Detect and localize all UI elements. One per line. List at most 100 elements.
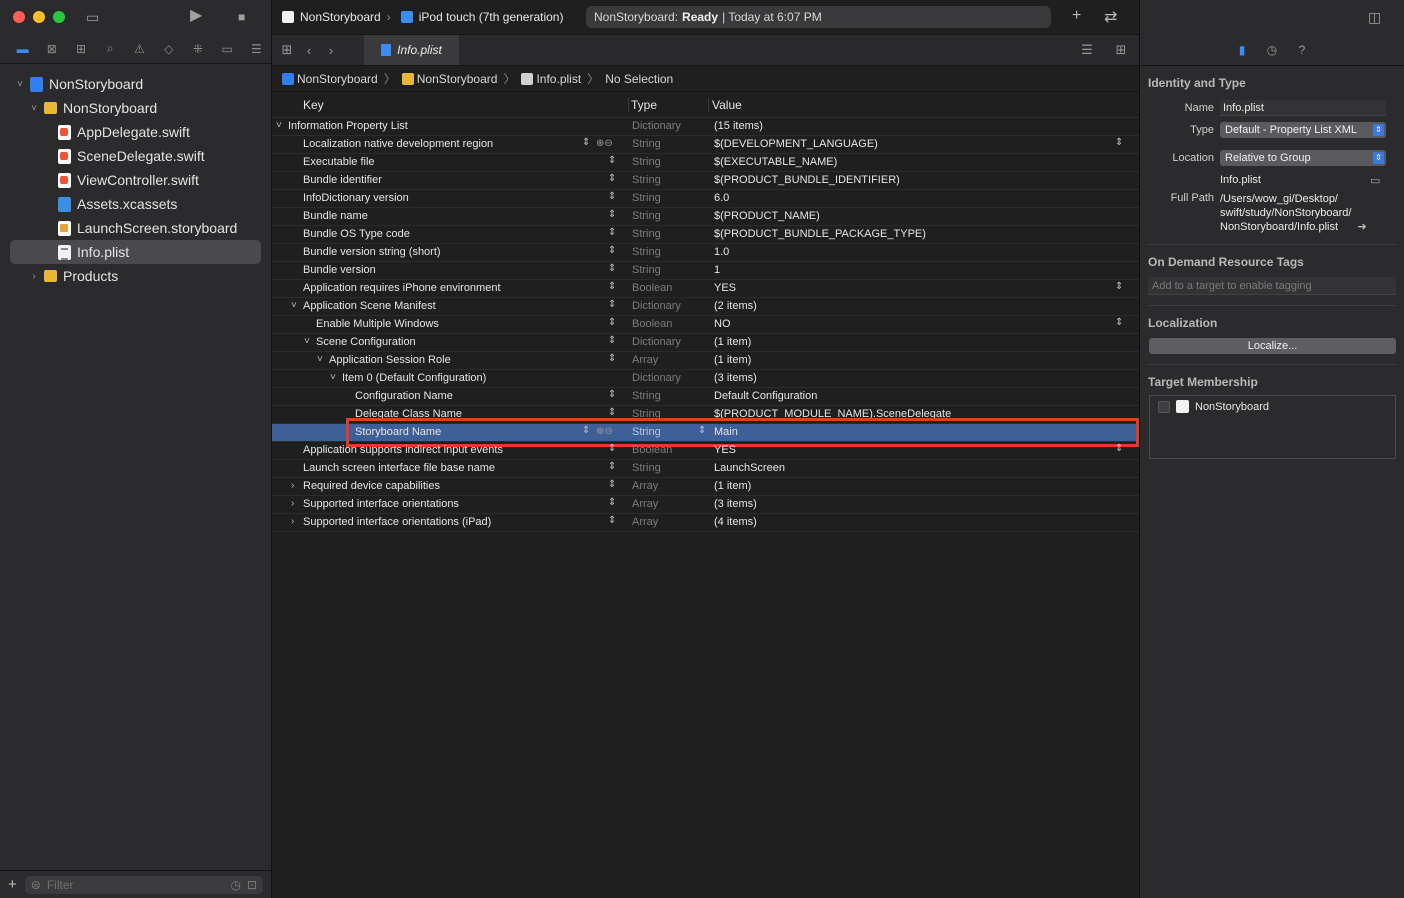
row-expanded-chevron-icon[interactable]: ˅ <box>304 336 310 347</box>
plist-value[interactable]: 1 <box>714 264 720 276</box>
issue-navigator-warning-icon[interactable]: ⚠ <box>125 38 154 60</box>
value-popup-chevron-icon[interactable]: ⇕ <box>1115 443 1123 454</box>
plist-type[interactable]: String <box>632 174 661 186</box>
disclosure-expanded-icon[interactable]: ˅ <box>14 79 26 90</box>
key-stepper-icon[interactable]: ⇕ <box>608 461 616 472</box>
plist-value[interactable]: LaunchScreen <box>714 462 785 474</box>
plist-value[interactable]: $(DEVELOPMENT_LANGUAGE) <box>714 138 878 150</box>
plist-row[interactable]: Storyboard Name ⊕⊖ ⇕ String ⇕ Main <box>272 418 1139 447</box>
plist-key[interactable]: Information Property List <box>288 120 408 132</box>
forward-chevron-icon[interactable]: › <box>320 43 342 58</box>
plist-key[interactable]: Configuration Name <box>355 390 453 402</box>
split-editor-icon[interactable]: ⊞ <box>1110 42 1132 58</box>
add-remove-row-icon[interactable]: ⊕⊖ <box>596 426 613 437</box>
plist-value[interactable]: YES <box>714 282 736 294</box>
key-stepper-icon[interactable]: ⇕ <box>608 353 616 364</box>
plist-value[interactable]: (4 items) <box>714 516 757 528</box>
plist-key[interactable]: Bundle OS Type code <box>303 228 410 240</box>
plist-value[interactable]: (3 items) <box>714 372 757 384</box>
plist-type[interactable]: Array <box>632 480 658 492</box>
navigator-item[interactable]: ˅ NonStoryboard <box>0 72 271 96</box>
debug-navigator-icon[interactable]: ⁜ <box>183 38 212 60</box>
plist-value[interactable]: YES <box>714 444 736 456</box>
quick-help-question-icon[interactable]: ? <box>1295 43 1309 57</box>
disclosure-expanded-icon[interactable]: ˅ <box>28 103 40 114</box>
row-expanded-chevron-icon[interactable]: ˅ <box>291 300 297 311</box>
plist-value[interactable]: $(EXECUTABLE_NAME) <box>714 156 837 168</box>
plist-key[interactable]: InfoDictionary version <box>303 192 409 204</box>
plist-row[interactable]: InfoDictionary version ⇕ String 6.0 <box>272 190 1139 208</box>
key-stepper-icon[interactable]: ⇕ <box>608 407 616 418</box>
plist-row[interactable]: ˅ Information Property List Dictionary (15 … <box>272 118 1139 136</box>
plist-row[interactable]: Launch screen interface file base name ⇕ S… <box>272 460 1139 478</box>
odr-tags-field[interactable] <box>1148 277 1396 295</box>
plist-row[interactable]: ˅ Item 0 (Default Configuration) Dictionar… <box>272 370 1139 388</box>
plist-row[interactable]: Enable Multiple Windows ⇕ Boolean NO ⇕ <box>272 316 1139 334</box>
type-column-header[interactable]: Type <box>628 97 657 112</box>
plist-key[interactable]: Supported interface orientations <box>303 498 459 510</box>
project-navigator-folder-icon[interactable]: ▬ <box>8 38 37 60</box>
plist-value[interactable]: $(PRODUCT_BUNDLE_PACKAGE_TYPE) <box>714 228 926 240</box>
run-destination[interactable]: iPod touch (7th generation) <box>419 10 564 24</box>
plist-type[interactable]: String <box>632 192 661 204</box>
plist-key[interactable]: Required device capabilities <box>303 480 440 492</box>
plist-key[interactable]: Application Scene Manifest <box>303 300 436 312</box>
library-plus-icon[interactable]: + <box>1072 7 1081 25</box>
plist-type[interactable]: String <box>632 210 661 222</box>
plist-key[interactable]: Localization native development region <box>303 138 493 150</box>
key-stepper-icon[interactable]: ⇕ <box>608 245 616 256</box>
code-review-swap-icon[interactable]: ⇄ <box>1104 7 1117 27</box>
run-icon[interactable]: ▶ <box>190 8 202 24</box>
navigator-item[interactable]: LaunchScreen.storyboard <box>0 216 271 240</box>
navigator-item[interactable]: ˅ NonStoryboard <box>0 96 271 120</box>
plist-type[interactable]: Array <box>632 354 658 366</box>
plist-value[interactable]: $(PRODUCT_NAME) <box>714 210 820 222</box>
add-file-plus-icon[interactable]: + <box>8 876 17 893</box>
sidebar-toggle-icon[interactable]: ▭ <box>86 9 99 25</box>
source-control-icon[interactable]: ⊠ <box>37 38 66 60</box>
plist-type[interactable]: String <box>632 156 661 168</box>
plist-row[interactable]: Bundle name ⇕ String $(PRODUCT_NAME) <box>272 208 1139 226</box>
tab-info-plist[interactable]: Info.plist <box>364 35 459 65</box>
plist-type[interactable]: String <box>632 408 661 420</box>
key-stepper-icon[interactable]: ⇕ <box>608 299 616 310</box>
plist-key[interactable]: Application supports indirect input even… <box>303 444 503 456</box>
plist-key[interactable]: Supported interface orientations (iPad) <box>303 516 491 528</box>
plist-type[interactable]: Boolean <box>632 282 672 294</box>
plist-key[interactable]: Application requires iPhone environment <box>303 282 501 294</box>
plist-row[interactable]: Localization native development region ⊕⊖… <box>272 136 1139 154</box>
plist-key[interactable]: Delegate Class Name <box>355 408 462 420</box>
report-navigator-icon[interactable]: ☰ <box>242 38 271 60</box>
plist-row[interactable]: › Supported interface orientations (iPad)… <box>272 514 1139 532</box>
jumpbar-project[interactable]: NonStoryboard <box>282 72 378 86</box>
plist-row[interactable]: Executable file ⇕ String $(EXECUTABLE_NAME) <box>272 154 1139 172</box>
value-popup-chevron-icon[interactable]: ⇕ <box>1115 281 1123 292</box>
plist-value[interactable]: (1 item) <box>714 354 751 366</box>
localize-button[interactable]: Localize... <box>1149 338 1396 354</box>
value-column-header[interactable]: Value <box>708 97 742 112</box>
editor-options-lines-icon[interactable]: ☰ <box>1076 42 1098 58</box>
plist-row[interactable]: Bundle version ⇕ String 1 <box>272 262 1139 280</box>
key-stepper-icon[interactable]: ⇕ <box>608 155 616 166</box>
plist-value[interactable]: (1 item) <box>714 480 751 492</box>
value-popup-chevron-icon[interactable]: ⇕ <box>1115 137 1123 148</box>
file-inspector-doc-icon[interactable]: ▮ <box>1235 43 1249 57</box>
symbol-navigator-icon[interactable]: ⊞ <box>66 38 95 60</box>
jumpbar-file[interactable]: Info.plist <box>521 72 581 86</box>
key-stepper-icon[interactable]: ⇕ <box>608 209 616 220</box>
inspector-toggle-icon[interactable]: ◫ <box>1368 9 1381 25</box>
filter-options-icon[interactable]: ⊜ <box>31 878 41 892</box>
key-stepper-icon[interactable]: ⇕ <box>608 389 616 400</box>
plist-row[interactable]: Bundle identifier ⇕ String $(PRODUCT_BUNDLE… <box>272 172 1139 190</box>
zoom-window-button[interactable] <box>53 11 65 23</box>
type-stepper-icon[interactable]: ⇕ <box>698 425 706 436</box>
add-remove-row-icon[interactable]: ⊕⊖ <box>596 138 613 149</box>
plist-type[interactable]: Array <box>632 498 658 510</box>
plist-key[interactable]: Item 0 (Default Configuration) <box>342 372 486 384</box>
plist-key[interactable]: Bundle name <box>303 210 368 222</box>
name-field[interactable]: Info.plist <box>1220 100 1386 116</box>
row-collapsed-chevron-icon[interactable]: › <box>291 480 294 491</box>
plist-key[interactable]: Application Session Role <box>329 354 451 366</box>
source-control-filter-icon[interactable]: ⊡ <box>247 878 257 892</box>
navigator-item[interactable]: SceneDelegate.swift <box>0 144 271 168</box>
